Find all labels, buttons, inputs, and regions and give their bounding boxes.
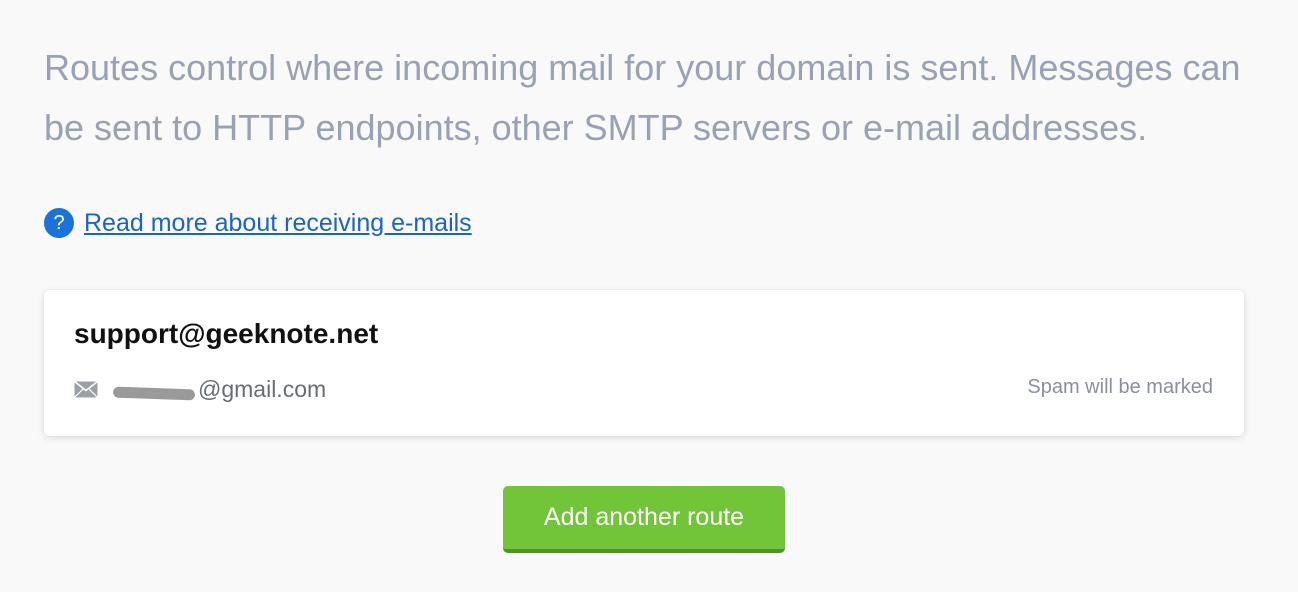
help-row: ? Read more about receiving e-mails — [44, 207, 472, 239]
route-address: support@geeknote.net — [74, 318, 379, 349]
add-another-route-button[interactable]: Add another route — [503, 486, 785, 553]
envelope-icon — [74, 381, 98, 398]
destination-email: @gmail.com — [110, 376, 326, 403]
question-mark-icon[interactable]: ? — [44, 208, 74, 238]
route-card[interactable]: support@geeknote.net @gmail.com Spam wil… — [44, 290, 1244, 436]
redaction-mark — [112, 386, 196, 401]
routes-description: Routes control where incoming mail for y… — [44, 47, 1241, 148]
receiving-emails-help-link[interactable]: Read more about receiving e-mails — [84, 209, 472, 238]
route-destination: @gmail.com — [74, 376, 326, 403]
destination-email-domain: @gmail.com — [198, 376, 327, 402]
spam-status: Spam will be marked — [1027, 376, 1213, 398]
routes-page: Routes control where incoming mail for y… — [0, 0, 1298, 592]
